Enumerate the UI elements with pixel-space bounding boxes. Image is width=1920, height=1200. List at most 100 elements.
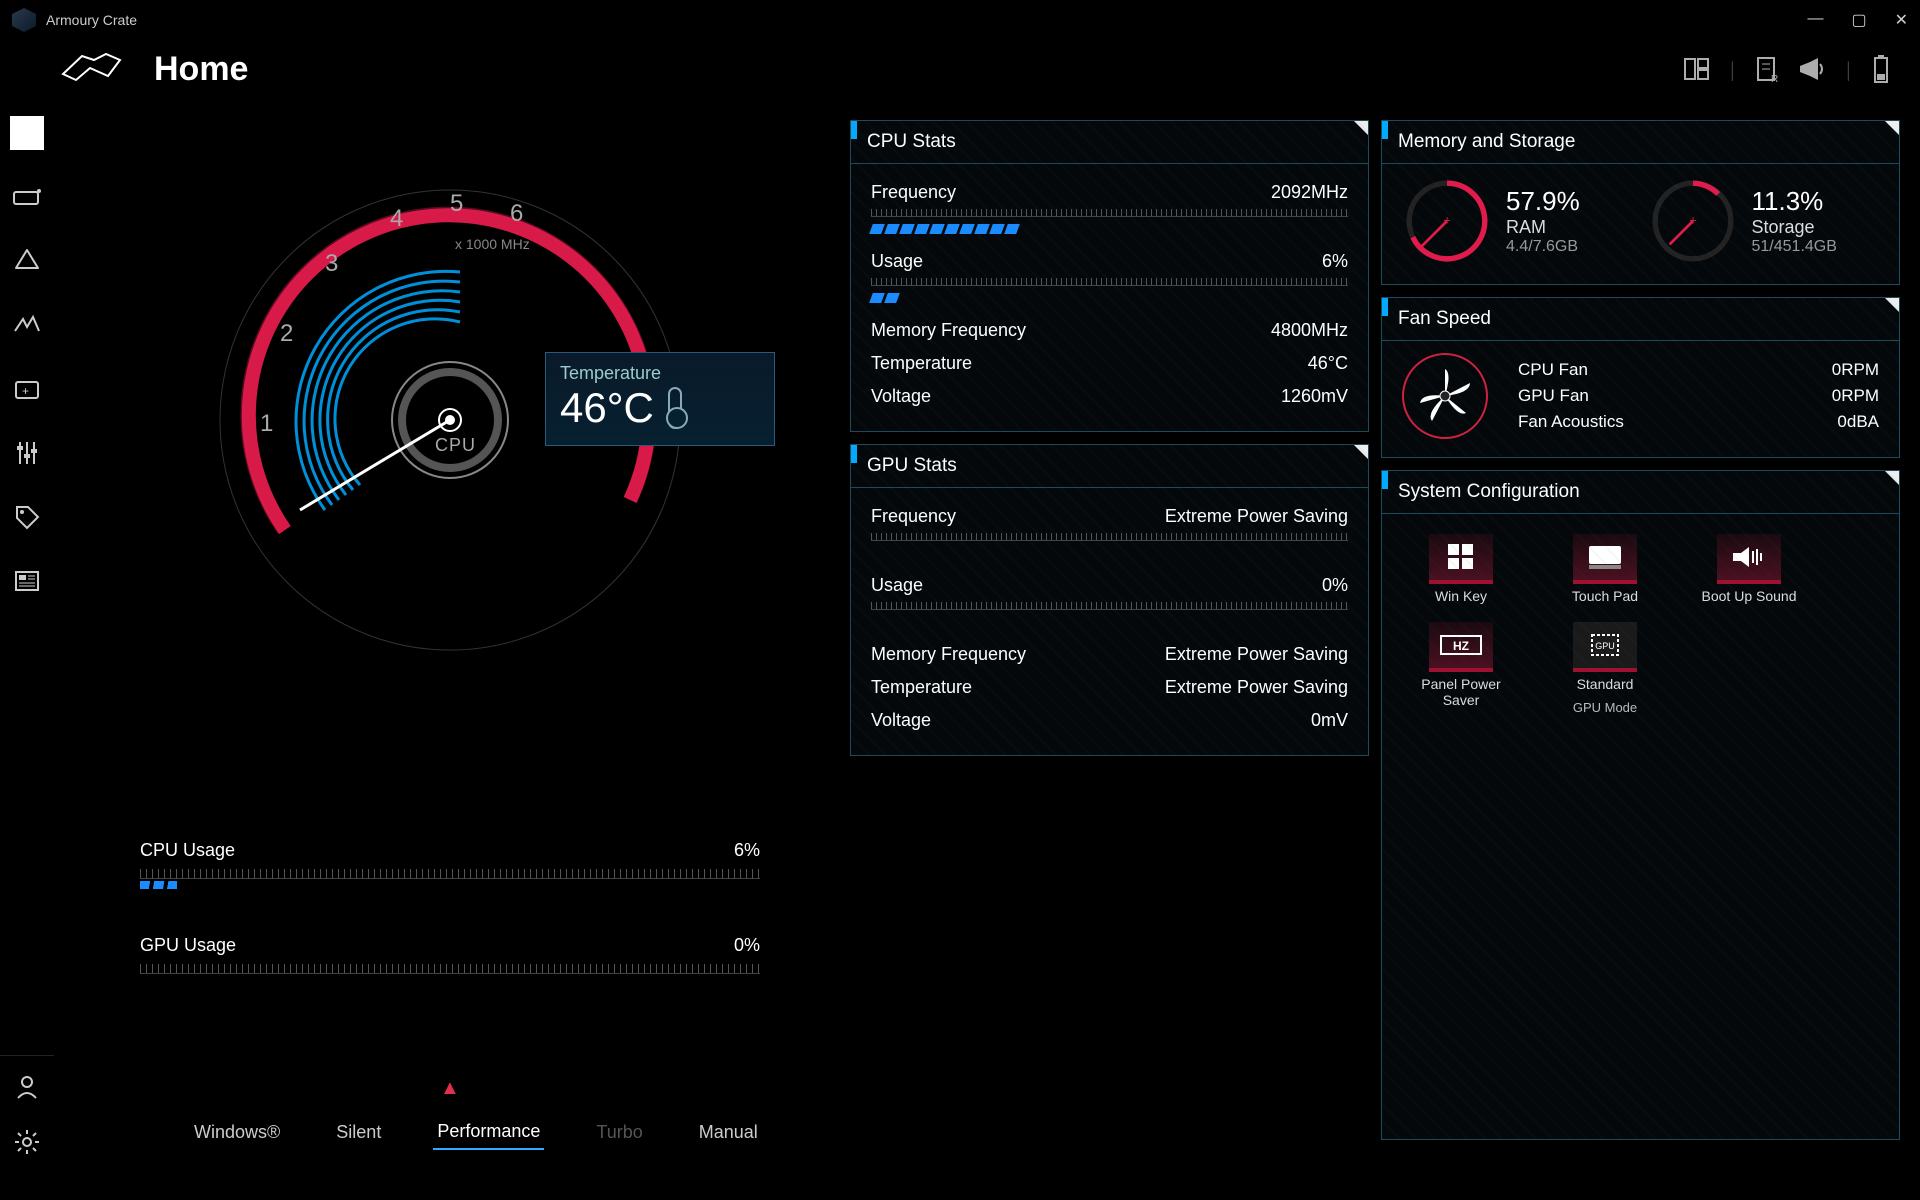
gpu-memfreq-value: Extreme Power Saving	[1165, 644, 1348, 665]
megaphone-icon[interactable]	[1796, 56, 1826, 87]
gauge-tick-3: 3	[325, 250, 338, 278]
fan-acoustics-label: Fan Acoustics	[1518, 412, 1624, 432]
sidebar-item-keyboard[interactable]	[10, 180, 44, 214]
cpu-temp-label: Temperature	[871, 353, 972, 374]
sidebar-item-deals[interactable]	[10, 500, 44, 534]
gpu-usage-stat-label: Usage	[871, 575, 923, 596]
header: Home │ R │	[0, 40, 1920, 99]
cfg-gpu-mode[interactable]: GPU Standard GPU Mode	[1550, 622, 1660, 715]
gpu-freq-label: Frequency	[871, 506, 956, 527]
sidebar-item-settings[interactable]	[14, 1129, 40, 1160]
close-button[interactable]: ✕	[1895, 10, 1908, 30]
battery-icon[interactable]	[1872, 54, 1890, 89]
main: 1 2 3 4 5 6 x 1000 MHz CPU R.O.G / ZI6 T…	[70, 120, 1900, 1140]
fan-acoustics-value: 0dBA	[1837, 412, 1879, 432]
sidebar-item-home[interactable]: i	[10, 116, 44, 150]
sidebar-item-news[interactable]	[10, 564, 44, 598]
cfg-panel-power-saver-label: Panel Power Saver	[1406, 676, 1516, 708]
mode-performance[interactable]: Performance	[433, 1115, 544, 1150]
app-icon	[12, 8, 36, 32]
cpu-stats-panel: CPU Stats Frequency2092MHz Usage6% Memor…	[850, 120, 1369, 432]
gauge-tick-5: 5	[450, 190, 463, 218]
system-config-panel: System Configuration Win Key Touch Pad B…	[1381, 470, 1900, 1140]
maximize-button[interactable]: ▢	[1851, 10, 1866, 30]
ram-gauge: + 57.9%RAM4.4/7.6GB	[1402, 176, 1634, 266]
temperature-badge: Temperature 46°C	[545, 352, 775, 446]
minimize-button[interactable]: —	[1807, 10, 1823, 30]
cpu-voltage-label: Voltage	[871, 386, 931, 407]
sidebar-item-library[interactable]: +	[10, 372, 44, 406]
memory-storage-panel: Memory and Storage + 57.9%RAM4.4/7.6GB +…	[1381, 120, 1900, 285]
fan-icon	[1402, 353, 1488, 439]
cfg-panel-power-saver[interactable]: HZ Panel Power Saver	[1406, 622, 1516, 715]
stats-pane: CPU Stats Frequency2092MHz Usage6% Memor…	[850, 120, 1900, 1140]
gpu-usage-block: GPU Usage0%	[140, 935, 760, 974]
system-config-title: System Configuration	[1398, 481, 1580, 502]
cfg-boot-sound[interactable]: Boot Up Sound	[1694, 534, 1804, 604]
cpu-usage-block: CPU Usage6%	[140, 840, 760, 879]
sidebar-item-aura[interactable]	[10, 244, 44, 278]
cpu-usage-stat-value: 6%	[1322, 251, 1348, 272]
ram-detail: 4.4/7.6GB	[1506, 238, 1580, 256]
cfg-win-key[interactable]: Win Key	[1406, 534, 1516, 604]
gpu-voltage-value: 0mV	[1311, 710, 1348, 731]
gauge-tick-6: 6	[510, 200, 523, 228]
page-title: Home	[154, 50, 248, 89]
cpu-freq-value: 2092MHz	[1271, 182, 1348, 203]
cfg-touchpad-label: Touch Pad	[1572, 588, 1638, 604]
mode-indicator-icon: ▲	[440, 1077, 460, 1100]
document-icon[interactable]: R	[1756, 56, 1778, 87]
layout-icon[interactable]	[1684, 57, 1710, 86]
cpu-voltage-value: 1260mV	[1281, 386, 1348, 407]
svg-text:+: +	[1689, 214, 1696, 228]
cfg-touchpad[interactable]: Touch Pad	[1550, 534, 1660, 604]
cpu-usage-value: 6%	[734, 840, 760, 861]
gpu-fan-label: GPU Fan	[1518, 386, 1589, 406]
gpu-temp-value: Extreme Power Saving	[1165, 677, 1348, 698]
cfg-gpu-mode-label: Standard	[1577, 676, 1634, 692]
ram-label: RAM	[1506, 217, 1580, 238]
sidebar-item-sliders[interactable]	[10, 436, 44, 470]
storage-label: Storage	[1752, 217, 1837, 238]
sidebar: i +	[0, 110, 54, 598]
gpu-memfreq-label: Memory Frequency	[871, 644, 1026, 665]
gauge-pane: 1 2 3 4 5 6 x 1000 MHz CPU R.O.G / ZI6 T…	[70, 120, 830, 1140]
cfg-gpu-mode-sub: GPU Mode	[1573, 700, 1637, 715]
sidebar-item-account[interactable]	[15, 1074, 39, 1105]
temperature-label: Temperature	[560, 363, 760, 384]
mode-turbo[interactable]: Turbo	[592, 1116, 646, 1149]
svg-text:+: +	[22, 384, 29, 398]
titlebar: Armoury Crate — ▢ ✕	[0, 0, 1920, 40]
cfg-win-key-label: Win Key	[1435, 588, 1487, 604]
gauge-cpu-label: CPU	[435, 435, 476, 456]
cpu-freq-label: Frequency	[871, 182, 956, 203]
mode-windows[interactable]: Windows®	[190, 1116, 284, 1149]
cpu-fan-label: CPU Fan	[1518, 360, 1588, 380]
cpu-usage-stat-label: Usage	[871, 251, 923, 272]
cfg-boot-sound-label: Boot Up Sound	[1702, 588, 1797, 604]
cpu-gauge: 1 2 3 4 5 6 x 1000 MHz CPU R.O.G / ZI6 T…	[150, 160, 750, 680]
gpu-stats-panel: GPU Stats FrequencyExtreme Power Saving …	[850, 444, 1369, 756]
temperature-value: 46°C	[560, 384, 654, 432]
memory-storage-title: Memory and Storage	[1398, 131, 1575, 152]
storage-detail: 51/451.4GB	[1752, 238, 1837, 256]
svg-text:GPU: GPU	[1595, 641, 1615, 651]
gpu-stats-title: GPU Stats	[867, 455, 957, 476]
mode-silent[interactable]: Silent	[332, 1116, 385, 1149]
gpu-voltage-label: Voltage	[871, 710, 931, 731]
cpu-temp-value: 46°C	[1308, 353, 1348, 374]
header-icons: │ R │	[1684, 54, 1890, 89]
thermometer-icon	[668, 387, 682, 429]
mode-tabs: Windows® Silent Performance Turbo Manual	[190, 1115, 762, 1150]
svg-text:R: R	[1771, 74, 1778, 85]
gpu-freq-value: Extreme Power Saving	[1165, 506, 1348, 527]
sidebar-item-gamevisual[interactable]	[10, 308, 44, 342]
gauge-tick-1: 1	[260, 410, 273, 438]
mode-manual[interactable]: Manual	[695, 1116, 762, 1149]
storage-percent: 11.3%	[1752, 186, 1837, 217]
gauge-tick-2: 2	[280, 320, 293, 348]
svg-text:+: +	[1443, 214, 1450, 228]
storage-gauge: + 11.3%Storage51/451.4GB	[1648, 176, 1880, 266]
gpu-usage-value: 0%	[734, 935, 760, 956]
gpu-usage-stat-value: 0%	[1322, 575, 1348, 596]
